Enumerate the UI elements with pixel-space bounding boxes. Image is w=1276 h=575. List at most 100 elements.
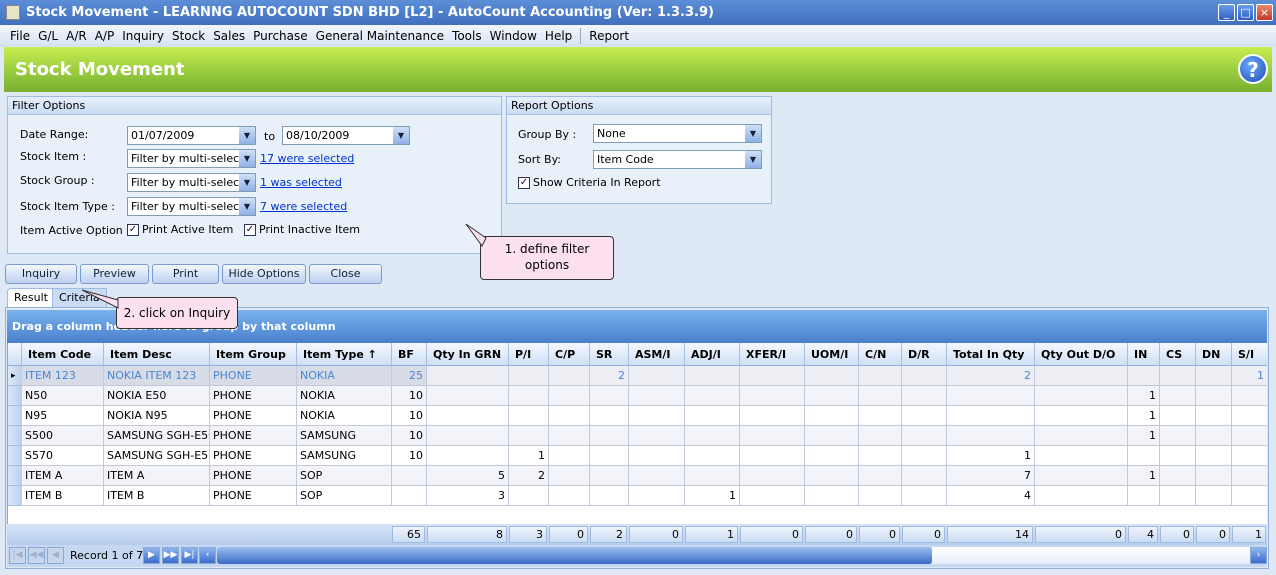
chevron-down-icon[interactable]: ▼ — [239, 127, 255, 144]
item-type-link[interactable]: 7 were selected — [260, 200, 347, 213]
table-cell[interactable]: PHONE — [210, 446, 297, 466]
table-cell[interactable] — [902, 426, 947, 446]
table-cell[interactable]: 2 — [947, 366, 1035, 386]
column-header[interactable]: ADJ/I — [685, 343, 740, 366]
table-cell[interactable] — [805, 406, 859, 426]
table-cell[interactable] — [549, 446, 590, 466]
table-cell[interactable]: 1 — [1128, 386, 1160, 406]
table-cell[interactable] — [1196, 466, 1232, 486]
row-indicator[interactable] — [8, 386, 22, 406]
menu-report[interactable]: Report — [589, 29, 629, 43]
table-cell[interactable] — [629, 386, 685, 406]
horizontal-scrollbar-thumb[interactable] — [217, 547, 932, 564]
table-cell[interactable] — [859, 426, 902, 446]
table-cell[interactable]: PHONE — [210, 406, 297, 426]
table-cell[interactable]: S500 — [22, 426, 104, 446]
table-cell[interactable]: SAMSUNG SGH-E570 — [104, 446, 210, 466]
table-cell[interactable] — [1035, 386, 1128, 406]
menu-a-r[interactable]: A/R — [66, 29, 87, 43]
table-cell[interactable]: PHONE — [210, 386, 297, 406]
menu-a-p[interactable]: A/P — [95, 29, 115, 43]
chevron-down-icon[interactable]: ▼ — [239, 198, 255, 215]
table-cell[interactable] — [902, 406, 947, 426]
table-cell[interactable]: 1 — [1128, 406, 1160, 426]
table-cell[interactable] — [549, 366, 590, 386]
table-cell[interactable]: PHONE — [210, 366, 297, 386]
table-cell[interactable] — [740, 426, 805, 446]
table-cell[interactable] — [1196, 486, 1232, 506]
menu-g-l[interactable]: G/L — [38, 29, 58, 43]
table-cell[interactable] — [427, 426, 509, 446]
table-cell[interactable]: SAMSUNG — [297, 446, 392, 466]
table-cell[interactable]: 10 — [392, 386, 427, 406]
table-cell[interactable]: NOKIA N95 — [104, 406, 210, 426]
table-cell[interactable] — [685, 446, 740, 466]
prev-page-icon[interactable]: ◀◀ — [28, 547, 45, 564]
table-cell[interactable]: 5 — [427, 466, 509, 486]
table-cell[interactable] — [629, 466, 685, 486]
table-cell[interactable] — [1232, 466, 1267, 486]
table-cell[interactable] — [859, 386, 902, 406]
table-cell[interactable] — [427, 446, 509, 466]
column-header[interactable]: XFER/I — [740, 343, 805, 366]
sort-by-select[interactable]: Item Code ▼ — [593, 150, 762, 169]
table-cell[interactable] — [392, 466, 427, 486]
show-criteria-checkbox[interactable]: ✓ Show Criteria In Report — [518, 176, 661, 189]
item-type-select[interactable]: Filter by multi-select ▼ — [127, 197, 256, 216]
table-cell[interactable]: ITEM A — [22, 466, 104, 486]
table-cell[interactable] — [1160, 446, 1196, 466]
column-header[interactable]: ASM/I — [629, 343, 685, 366]
table-cell[interactable] — [947, 386, 1035, 406]
table-cell[interactable]: 1 — [1128, 466, 1160, 486]
table-cell[interactable] — [509, 386, 549, 406]
table-cell[interactable] — [427, 386, 509, 406]
tab-result[interactable]: Result — [7, 288, 55, 308]
table-cell[interactable] — [902, 366, 947, 386]
table-cell[interactable] — [1160, 426, 1196, 446]
table-cell[interactable] — [590, 386, 629, 406]
table-cell[interactable] — [590, 426, 629, 446]
table-cell[interactable] — [740, 466, 805, 486]
menu-help[interactable]: Help — [545, 29, 572, 43]
menu-purchase[interactable]: Purchase — [253, 29, 308, 43]
table-cell[interactable] — [859, 486, 902, 506]
table-cell[interactable]: ITEM 123 — [22, 366, 104, 386]
table-cell[interactable] — [805, 486, 859, 506]
table-cell[interactable]: 10 — [392, 446, 427, 466]
column-header[interactable]: SR — [590, 343, 629, 366]
table-cell[interactable] — [685, 426, 740, 446]
group-by-select[interactable]: None ▼ — [593, 124, 762, 143]
hide-options-button[interactable]: Hide Options — [222, 264, 306, 284]
table-cell[interactable] — [509, 486, 549, 506]
row-indicator[interactable] — [8, 426, 22, 446]
table-cell[interactable]: SAMSUNG SGH-E500 — [104, 426, 210, 446]
table-cell[interactable] — [549, 486, 590, 506]
table-cell[interactable]: ITEM B — [22, 486, 104, 506]
table-cell[interactable] — [902, 466, 947, 486]
row-indicator[interactable] — [8, 406, 22, 426]
preview-button[interactable]: Preview — [80, 264, 149, 284]
table-cell[interactable] — [1035, 426, 1128, 446]
table-cell[interactable]: SAMSUNG — [297, 426, 392, 446]
menu-file[interactable]: File — [10, 29, 30, 43]
column-header[interactable]: Qty In GRN — [427, 343, 509, 366]
column-header[interactable]: BF — [392, 343, 427, 366]
next-record-icon[interactable]: ▶ — [143, 547, 160, 564]
column-header[interactable]: IN — [1128, 343, 1160, 366]
table-cell[interactable] — [1196, 386, 1232, 406]
first-record-icon[interactable]: |◀ — [9, 547, 26, 564]
menu-sales[interactable]: Sales — [213, 29, 245, 43]
column-header[interactable]: Item Code — [22, 343, 104, 366]
column-header[interactable]: Item Group — [210, 343, 297, 366]
column-header[interactable]: C/P — [549, 343, 590, 366]
table-cell[interactable] — [685, 406, 740, 426]
table-cell[interactable] — [1232, 386, 1267, 406]
table-cell[interactable]: N95 — [22, 406, 104, 426]
close-button[interactable]: Close — [309, 264, 382, 284]
table-cell[interactable] — [859, 406, 902, 426]
column-header[interactable]: D/R — [902, 343, 947, 366]
table-cell[interactable]: S570 — [22, 446, 104, 466]
stock-group-select[interactable]: Filter by multi-select ▼ — [127, 173, 256, 192]
last-record-icon[interactable]: ▶| — [181, 547, 198, 564]
table-cell[interactable] — [805, 366, 859, 386]
